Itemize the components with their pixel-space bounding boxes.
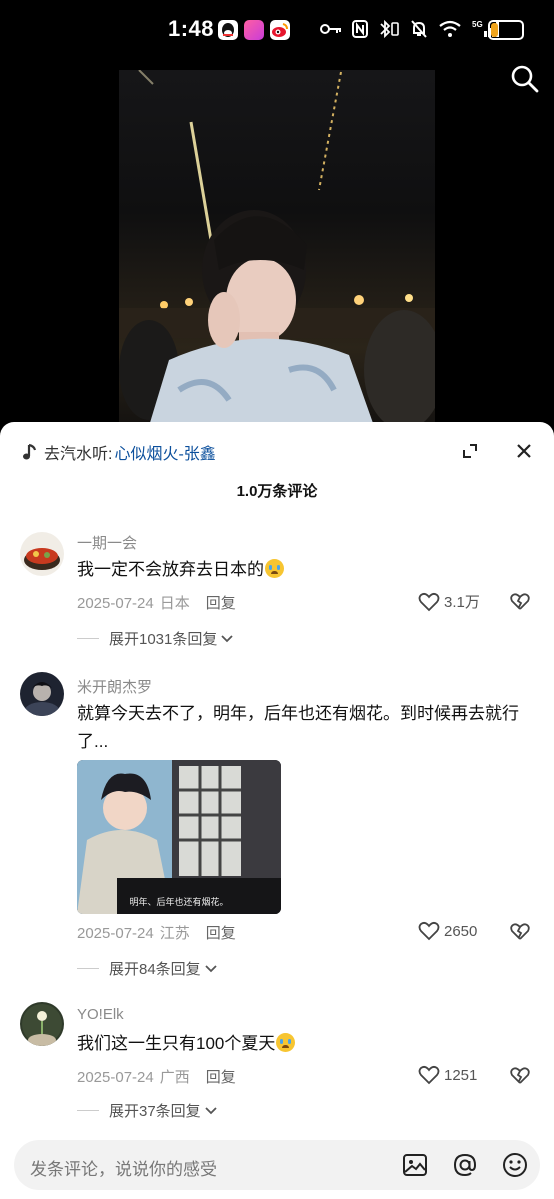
chevron-down-icon: [221, 634, 234, 642]
reply-button[interactable]: 回复: [206, 1069, 236, 1086]
comment-location: 江苏: [159, 925, 190, 942]
comment-text-content: 我一定不会放弃去日本的: [77, 560, 264, 579]
comment-text: 我们这一生只有100个夏天: [77, 1030, 537, 1058]
weibo-icon: [270, 20, 290, 40]
expand-replies[interactable]: 展开84条回复: [77, 958, 218, 979]
like-button[interactable]: 2650: [418, 921, 477, 941]
comment-date: 2025-07-24: [77, 925, 154, 942]
expand-replies[interactable]: 展开1031条回复: [77, 628, 234, 649]
bluetooth-icon: [378, 18, 400, 40]
replies-label: 展开84条回复: [109, 961, 201, 978]
comment-username[interactable]: 一期一会: [77, 532, 137, 553]
comment-input-bar[interactable]: 发条评论，说说你的感受: [14, 1140, 540, 1190]
music-prefix: 去汽水听:: [44, 446, 113, 463]
qq-icon: [218, 20, 238, 40]
divider: [77, 968, 99, 969]
comment-image[interactable]: 明年、后年也还有烟花。: [77, 760, 281, 914]
divider: [77, 638, 99, 639]
battery-percent: 17: [498, 22, 514, 38]
like-count: 1251: [444, 1066, 478, 1084]
comments-count: 1.0万条评论: [236, 483, 318, 500]
dislike-icon[interactable]: [510, 1066, 530, 1086]
image-caption: 明年、后年也还有烟花。: [129, 897, 229, 907]
music-note-icon: [23, 443, 37, 460]
image-icon[interactable]: [402, 1152, 428, 1178]
avatar[interactable]: [20, 672, 64, 716]
nfc-icon: [352, 18, 368, 40]
comment-text-content: 我们这一生只有100个夏天: [77, 1034, 276, 1053]
heart-icon: [418, 921, 440, 941]
replies-label: 展开1031条回复: [109, 631, 218, 648]
comment-meta: 2025-07-24 广西 回复: [77, 1066, 236, 1087]
music-link[interactable]: 去汽水听: 心似烟火-张鑫: [22, 440, 216, 464]
comment-username[interactable]: 米开朗杰罗: [77, 676, 152, 697]
search-icon[interactable]: [510, 64, 540, 94]
heart-icon: [418, 1065, 440, 1085]
status-bar: 1:48 5G 17: [0, 0, 554, 60]
expand-icon[interactable]: [460, 441, 480, 461]
wifi-icon: [438, 18, 462, 40]
comment-location: 广西: [159, 1069, 190, 1086]
comment-input-placeholder[interactable]: 发条评论，说说你的感受: [30, 1155, 217, 1180]
notification-icons: [218, 20, 290, 40]
avatar[interactable]: [20, 1002, 64, 1046]
dislike-icon[interactable]: [510, 922, 530, 942]
close-icon[interactable]: [514, 441, 534, 461]
video-frame-image: [119, 70, 435, 426]
comment-date: 2025-07-24: [77, 1069, 154, 1086]
divider: [77, 1110, 99, 1111]
chevron-down-icon: [205, 964, 217, 972]
emoji-icon[interactable]: [502, 1152, 528, 1178]
comment-meta: 2025-07-24 江苏 回复: [77, 922, 236, 943]
svg-text:5G: 5G: [472, 20, 483, 29]
dislike-icon[interactable]: [510, 592, 530, 612]
crying-emoji-icon: [265, 559, 284, 578]
comment-location: 日本: [159, 595, 190, 612]
battery-level: [491, 23, 499, 37]
battery-icon: 17: [488, 20, 524, 40]
comment-date: 2025-07-24: [77, 595, 154, 612]
like-button[interactable]: 3.1万: [418, 591, 480, 612]
replies-label: 展开37条回复: [109, 1103, 201, 1120]
heart-icon: [418, 592, 440, 611]
status-time: 1:48: [168, 16, 215, 41]
mention-icon[interactable]: [452, 1152, 478, 1178]
key-icon: [320, 18, 342, 40]
expand-replies[interactable]: 展开37条回复: [77, 1100, 218, 1121]
mute-icon: [410, 18, 428, 40]
reply-button[interactable]: 回复: [206, 925, 236, 942]
chevron-down-icon: [205, 1106, 217, 1114]
reply-button[interactable]: 回复: [206, 595, 236, 612]
comment-text: 就算今天去不了，明年，后年也还有烟花。到时候再去就行了...: [77, 704, 519, 751]
like-count: 2650: [444, 922, 478, 940]
music-song-title[interactable]: 心似烟火-张鑫: [114, 440, 215, 464]
crying-emoji-icon: [276, 1033, 296, 1052]
comment-username[interactable]: YO!Elk: [77, 1006, 124, 1023]
like-count: 3.1万: [444, 594, 480, 611]
comment-sheet: 去汽水听: 心似烟火-张鑫 1.0万条评论 一期一会 我一定不会放弃去日本的 2…: [0, 422, 554, 1199]
like-button[interactable]: 1251: [418, 1065, 477, 1085]
video-player[interactable]: [119, 70, 435, 426]
app-pink-icon: [244, 20, 264, 40]
comment-meta: 2025-07-24 日本 回复: [77, 592, 236, 613]
comment-text: 我一定不会放弃去日本的: [77, 556, 537, 584]
system-icons: 5G: [320, 18, 500, 40]
avatar[interactable]: [20, 532, 64, 576]
